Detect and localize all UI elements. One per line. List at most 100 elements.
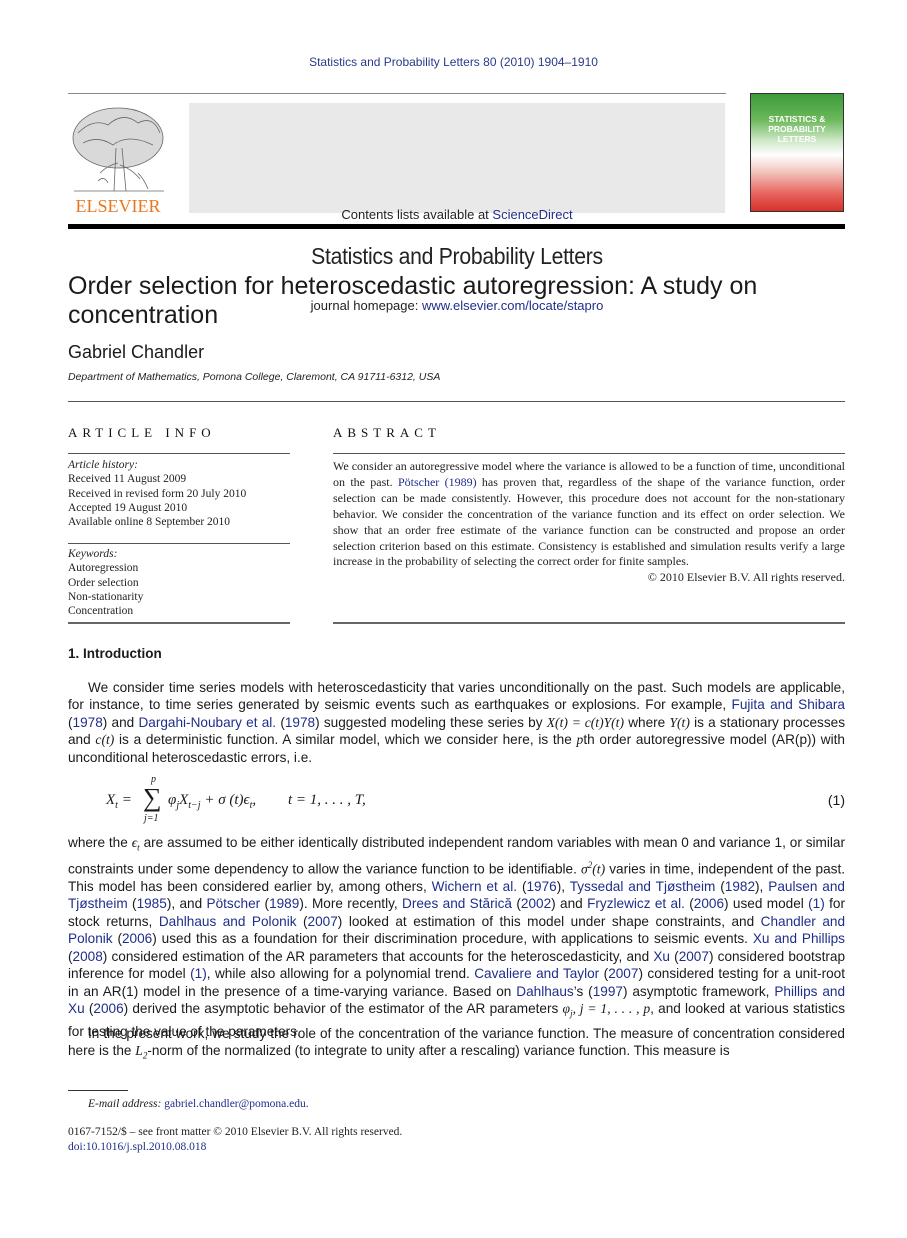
elsevier-tree-icon: ELSEVIER <box>72 107 164 216</box>
equation-lhs: Xt = <box>106 792 132 811</box>
title-rule <box>68 401 845 402</box>
citation-link[interactable]: (1) <box>808 896 825 911</box>
equation-lhs-subscript: t <box>115 800 118 811</box>
sum-symbol: ∑ <box>143 783 162 812</box>
article-title: Order selection for heteroscedastic auto… <box>68 272 758 329</box>
journal-title: Statistics and Probability Letters <box>311 243 603 269</box>
citation-link[interactable]: Fryzlewicz et al. <box>587 896 685 911</box>
citation-link[interactable]: 1985 <box>137 896 167 911</box>
citation-link[interactable]: 2007 <box>608 966 638 981</box>
citation-link[interactable]: Fujita and Shibara <box>732 697 845 712</box>
history-item: Received 11 August 2009 <box>68 473 187 486</box>
text-run: ( <box>112 931 122 947</box>
citation-link[interactable]: 2006 <box>122 931 152 946</box>
text-run: ( <box>127 896 137 912</box>
citation-link[interactable]: Tyssedal and Tjøstheim <box>570 879 716 894</box>
abstract-bottom-rule <box>333 622 845 624</box>
elsevier-logo[interactable]: ELSEVIER <box>68 103 168 216</box>
cover-title-line: PROBABILITY <box>768 124 826 134</box>
citation-link[interactable]: Xu and Phillips <box>753 931 845 946</box>
text-run: ) used this as a foundation for their di… <box>152 931 753 947</box>
footnote-email: E-mail address: gabriel.chandler@pomona.… <box>88 1098 309 1110</box>
text-run: ) and <box>551 896 588 912</box>
citation-link[interactable]: 2007 <box>679 949 709 964</box>
text-run: ( <box>684 896 694 912</box>
text-run: -norm of the normalized (to integrate to… <box>147 1043 730 1059</box>
citation-link[interactable]: Dahlhaus <box>516 984 573 999</box>
keyword-item: Concentration <box>68 605 134 618</box>
citation-link[interactable]: Dahlhaus and Polonik <box>159 914 297 929</box>
journal-cover-thumbnail[interactable]: STATISTICS & PROBABILITY LETTERS <box>750 93 844 212</box>
citation-link[interactable]: Pötscher (1989) <box>398 475 477 489</box>
abstract-copyright: © 2010 Elsevier B.V. All rights reserved… <box>647 570 845 585</box>
section-heading: 1. Introduction <box>68 646 162 661</box>
keyword-item: Autoregression <box>68 562 139 575</box>
abstract-heading: ABSTRACT <box>333 425 441 440</box>
text-run: ( <box>260 896 270 912</box>
text-run: ) suggested modeling these series by <box>315 714 547 730</box>
citation-link[interactable]: Dargahi-Noubary et al. <box>138 715 276 730</box>
citation-link[interactable]: 1982 <box>725 879 755 894</box>
article-history: Article history: Received 11 August 2009… <box>68 458 290 529</box>
header-thick-rule <box>68 224 845 229</box>
email-link[interactable]: gabriel.chandler@pomona.edu <box>164 1098 306 1110</box>
cover-title: STATISTICS & PROBABILITY LETTERS <box>751 114 843 144</box>
equation-lhs-symbol: X <box>106 792 116 808</box>
abstract-text: We consider an autoregressive model wher… <box>333 459 845 586</box>
running-header: Statistics and Probability Letters 80 (2… <box>309 55 598 69</box>
cover-title-line: STATISTICS & <box>768 114 826 124</box>
text-run: ) looked at estimation of this model und… <box>337 913 761 929</box>
citation-link[interactable]: 2002 <box>521 896 551 911</box>
sum-lower-limit: j=1 <box>144 813 159 824</box>
text-run: ) and <box>102 714 139 730</box>
footnote-rule <box>68 1090 128 1091</box>
text-run: ) used model <box>724 896 809 912</box>
citation-link[interactable]: 1989 <box>269 896 299 911</box>
citation-link[interactable]: (1) <box>190 966 207 981</box>
citation-link[interactable]: Pötscher <box>207 896 261 911</box>
article-history-label: Article history: <box>68 459 138 471</box>
contents-prefix: Contents lists available at <box>341 207 493 222</box>
text-run: where the <box>68 835 132 850</box>
article-info-rule <box>68 453 290 454</box>
keyword-item: Non-stationarity <box>68 590 144 603</box>
email-label: E-mail address: <box>88 1098 165 1110</box>
citation-link[interactable]: 2008 <box>73 949 103 964</box>
inline-math: (t) <box>592 861 606 877</box>
equation-number: (1) <box>827 792 845 808</box>
sciencedirect-link[interactable]: ScienceDirect <box>492 207 572 222</box>
intro-paragraph-3: In the present work, we study the role o… <box>68 1025 845 1066</box>
history-item: Available online 8 September 2010 <box>68 516 231 529</box>
text-run: ( <box>276 714 285 730</box>
text-run: ( <box>512 896 521 912</box>
text-run: ( <box>715 879 725 895</box>
text-run: where <box>623 714 670 730</box>
text-run: ), and <box>166 896 207 912</box>
keywords-label: Keywords: <box>68 548 118 560</box>
citation-link[interactable]: 1997 <box>593 984 623 999</box>
citation-link[interactable]: 2007 <box>308 914 338 929</box>
citation-link[interactable]: 2006 <box>93 1001 123 1016</box>
citation-link[interactable]: 1978 <box>285 715 315 730</box>
citation-link[interactable]: Xu <box>653 949 670 964</box>
email-suffix: . <box>305 1098 309 1110</box>
contents-line: Contents lists available at ScienceDirec… <box>189 207 725 222</box>
keyword-item: Order selection <box>68 576 139 589</box>
doi-link[interactable]: doi:10.1016/j.spl.2010.08.018 <box>68 1141 206 1153</box>
citation-link[interactable]: Drees and Stărică <box>402 896 512 911</box>
author-affiliation: Department of Mathematics, Pomona Colleg… <box>68 371 441 383</box>
text-run: ), <box>755 879 769 895</box>
text-run: ) derived the asymptotic behavior of the… <box>123 1000 563 1016</box>
elsevier-wordmark: ELSEVIER <box>76 196 161 215</box>
citation-link[interactable]: 2006 <box>694 896 724 911</box>
intro-paragraph-1: We consider time series models with hete… <box>68 679 845 766</box>
citation-link[interactable]: Cavaliere and Taylor <box>474 966 599 981</box>
citation-link[interactable]: 1978 <box>73 715 103 730</box>
author-name: Gabriel Chandler <box>68 342 205 362</box>
text-run: ( <box>599 966 609 982</box>
citation-link[interactable]: 1976 <box>527 879 557 894</box>
keywords-rule <box>68 543 290 544</box>
equation-range: t = 1, . . . , T, <box>288 792 366 808</box>
header-rule <box>68 93 726 94</box>
citation-link[interactable]: Wichern et al. <box>432 879 517 894</box>
